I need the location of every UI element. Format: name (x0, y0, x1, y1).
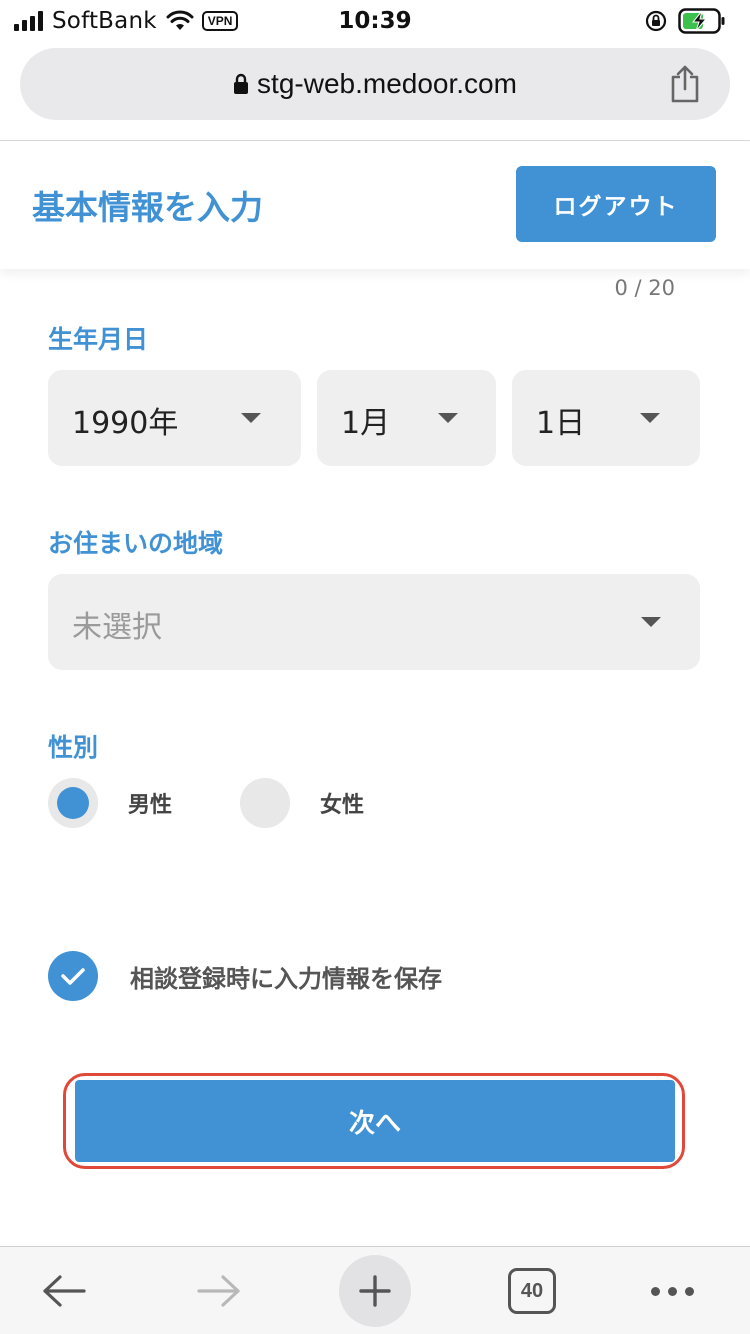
birth-month-select[interactable]: 1月 (317, 370, 496, 466)
orientation-lock-icon (645, 10, 667, 32)
save-info-checkbox[interactable]: 相談登録時に入力情報を保存 (48, 950, 442, 1002)
birth-month-value: 1月 (341, 406, 391, 441)
chevron-down-icon (241, 413, 261, 423)
browser-toolbar: 40 (0, 1246, 750, 1334)
checkmark-icon[interactable] (48, 951, 98, 1001)
new-tab-button[interactable] (330, 1247, 420, 1334)
back-arrow-icon (43, 1275, 86, 1307)
region-label: お住まいの地域 (48, 529, 224, 558)
gender-male-label: 男性 (128, 793, 173, 818)
gender-female-label: 女性 (320, 793, 365, 818)
back-button[interactable] (22, 1247, 106, 1334)
url-text: stg-web.medoor.com (257, 68, 517, 99)
gender-male-radio[interactable]: 男性 (48, 777, 172, 829)
birthday-label: 生年月日 (48, 325, 149, 354)
next-button[interactable]: 次へ (75, 1080, 675, 1162)
gender-female-radio[interactable]: 女性 (240, 777, 364, 829)
logout-button[interactable]: ログアウト (516, 166, 716, 242)
share-icon[interactable] (668, 64, 702, 104)
region-value: 未選択 (72, 610, 162, 645)
page-header: 基本情報を入力 ログアウト (0, 141, 750, 269)
gender-label: 性別 (48, 733, 99, 762)
clock: 10:39 (338, 8, 412, 34)
tabs-button[interactable]: 40 (490, 1247, 574, 1334)
chevron-down-icon (438, 413, 458, 423)
status-bar: SoftBank VPN 10:39 (0, 0, 750, 40)
lock-icon (234, 73, 249, 94)
status-right (644, 7, 726, 35)
chevron-down-icon (640, 413, 660, 423)
forward-button[interactable] (177, 1247, 261, 1334)
birth-year-select[interactable]: 1990年 (48, 370, 301, 466)
battery-charging-icon (678, 8, 725, 34)
more-icon (650, 1286, 694, 1296)
forward-arrow-icon (197, 1275, 240, 1307)
chevron-down-icon (641, 617, 661, 627)
birth-year-value: 1990年 (72, 406, 179, 441)
radio-selected-icon[interactable] (48, 778, 98, 828)
birth-day-select[interactable]: 1日 (512, 370, 700, 466)
birth-day-value: 1日 (536, 406, 586, 441)
new-tab-plus-icon (339, 1255, 411, 1327)
more-button[interactable] (630, 1247, 714, 1334)
region-select[interactable]: 未選択 (48, 574, 700, 670)
address-bar[interactable]: stg-web.medoor.com (20, 48, 730, 120)
char-counter: 0 / 20 (614, 276, 675, 300)
page-title: 基本情報を入力 (32, 188, 263, 227)
save-info-label: 相談登録時に入力情報を保存 (130, 964, 442, 993)
radio-unselected-icon[interactable] (240, 778, 290, 828)
tabs-icon: 40 (508, 1268, 556, 1314)
url-display[interactable]: stg-web.medoor.com (20, 48, 730, 120)
